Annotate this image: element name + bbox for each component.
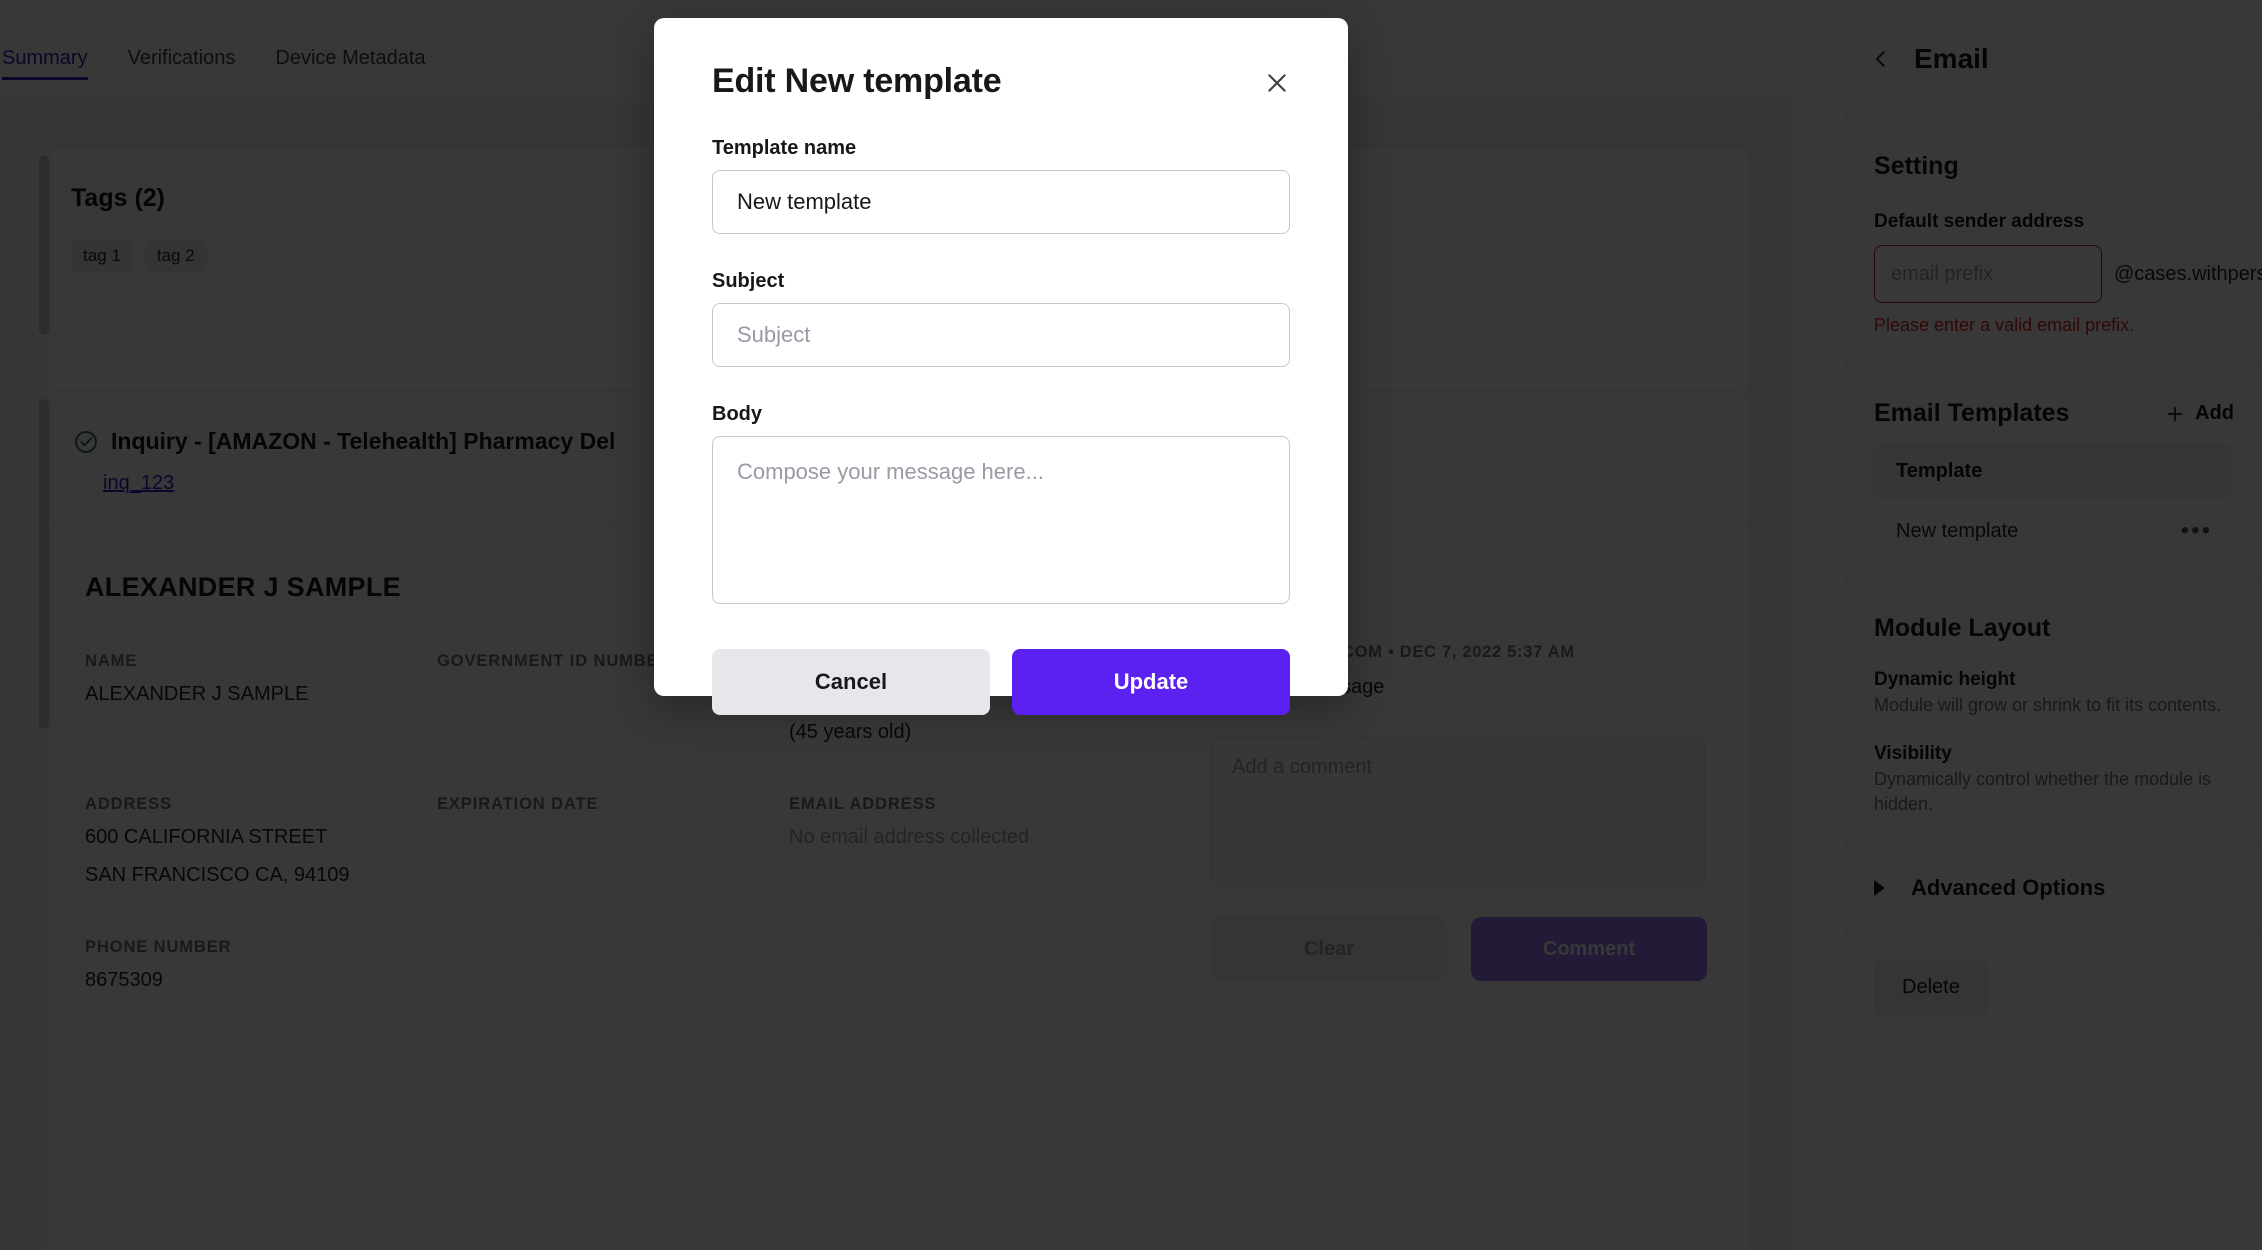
edit-template-modal: Edit New template Template name Subject … <box>654 18 1348 715</box>
modal-actions: Cancel Update <box>712 649 1290 715</box>
modal-header: Edit New template <box>712 62 1290 101</box>
close-icon[interactable] <box>1264 70 1290 96</box>
subject-label: Subject <box>712 270 785 292</box>
modal-title: Edit New template <box>712 62 1002 100</box>
template-name-input[interactable] <box>712 170 1290 234</box>
app-root: Summary Verifications Device Metadata Ta… <box>0 0 2262 1250</box>
update-button[interactable]: Update <box>1012 649 1290 715</box>
subject-input[interactable] <box>712 303 1290 367</box>
body-textarea[interactable] <box>712 436 1290 604</box>
body-label: Body <box>712 403 762 425</box>
cancel-button[interactable]: Cancel <box>712 649 990 715</box>
template-name-label: Template name <box>712 137 857 159</box>
